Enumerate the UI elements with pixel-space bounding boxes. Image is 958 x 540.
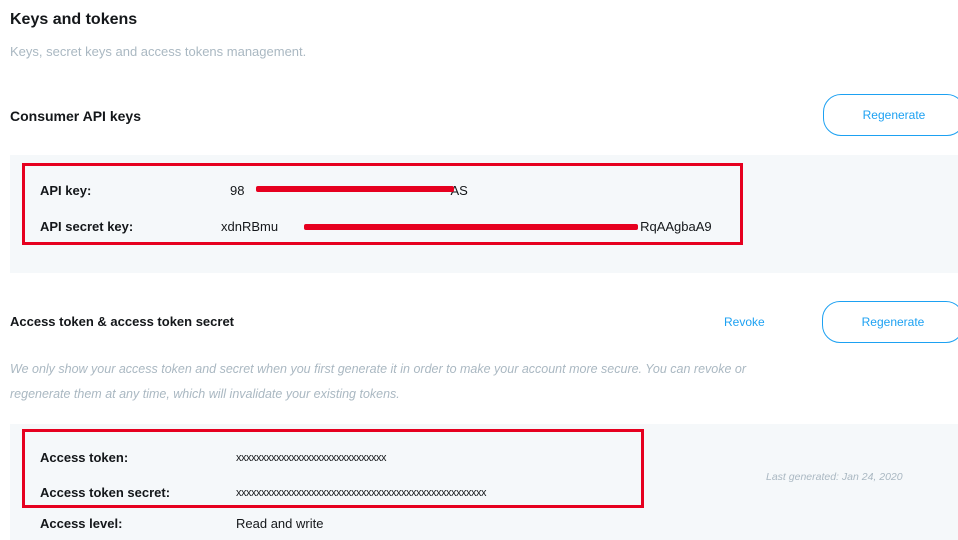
access-token-highlight (22, 429, 644, 508)
access-token-info: We only show your access token and secre… (10, 357, 958, 407)
regenerate-consumer-keys-button[interactable]: Regenerate (823, 94, 958, 136)
access-level-value: Read and write (236, 516, 324, 531)
regenerate-access-token-button[interactable]: Regenerate (822, 301, 958, 343)
access-info-line-1: We only show your access token and secre… (10, 362, 747, 376)
consumer-keys-heading: Consumer API keys (10, 108, 141, 124)
regenerate-consumer-label: Regenerate (862, 108, 926, 122)
access-level-label: Access level: (40, 516, 123, 531)
access-token-heading: Access token & access token secret (10, 314, 235, 329)
consumer-keys-highlight (22, 163, 743, 245)
page-subtitle: Keys, secret keys and access tokens mana… (10, 44, 307, 59)
regenerate-access-label: Regenerate (861, 315, 925, 329)
revoke-link[interactable]: Revoke (724, 315, 765, 329)
access-info-line-2: regenerate them at any time, which will … (10, 387, 400, 401)
last-generated-text: Last generated: Jan 24, 2020 (766, 471, 903, 483)
page-title: Keys and tokens (10, 11, 138, 28)
